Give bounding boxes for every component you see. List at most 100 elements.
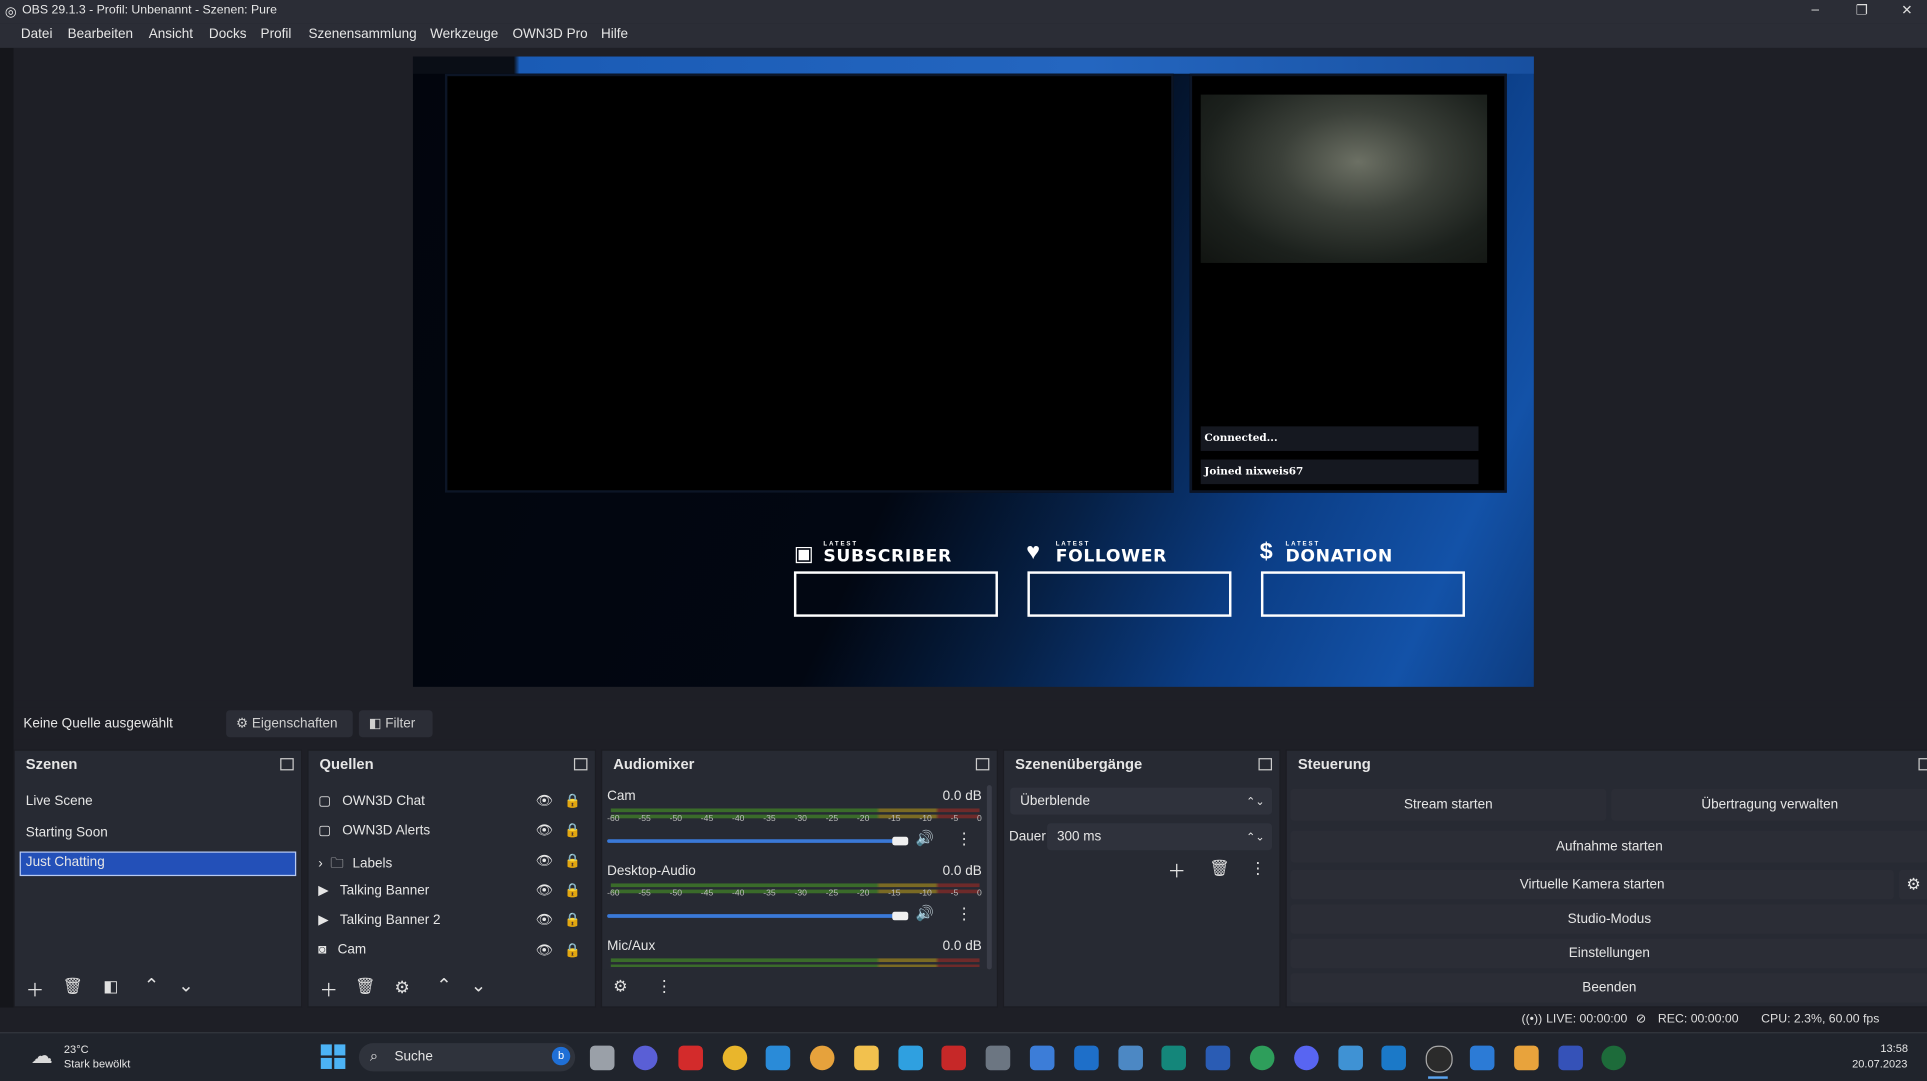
- volume-slider-knob[interactable]: [892, 836, 909, 846]
- speaker-icon[interactable]: 🔊: [916, 904, 934, 921]
- start-recording-button[interactable]: Aufnahme starten: [1290, 830, 1927, 863]
- obs-icon[interactable]: [1425, 1045, 1453, 1073]
- kebab-menu-icon[interactable]: ⋮: [956, 829, 972, 849]
- eye-icon[interactable]: 👁: [536, 912, 553, 928]
- add-icon[interactable]: ＋: [1168, 858, 1186, 884]
- menu-werkzeuge[interactable]: Werkzeuge: [430, 27, 498, 42]
- bing-icon[interactable]: b: [551, 1046, 571, 1066]
- duration-input[interactable]: 300 ms ⌃⌄: [1047, 823, 1273, 851]
- eye-icon[interactable]: 👁: [536, 882, 553, 898]
- menu-bearbeiten[interactable]: Bearbeiten: [68, 27, 133, 42]
- add-icon[interactable]: ＋: [320, 977, 338, 1003]
- start-stream-button[interactable]: Stream starten: [1290, 788, 1607, 821]
- lock-icon[interactable]: 🔒: [564, 793, 581, 809]
- word-icon[interactable]: [1205, 1045, 1231, 1071]
- menu-ansicht[interactable]: Ansicht: [149, 27, 193, 42]
- source-item[interactable]: ▶ Talking Banner 2 👁 🔒: [318, 912, 588, 928]
- menu-profil[interactable]: Profil: [261, 27, 292, 42]
- kebab-menu-icon[interactable]: ⋮: [1250, 859, 1266, 879]
- chevron-down-icon[interactable]: ⌄: [471, 974, 486, 997]
- properties-button[interactable]: ⚙ Eigenschaften: [226, 710, 353, 738]
- undock-icon[interactable]: [1258, 758, 1273, 771]
- scene-item[interactable]: Live Scene: [26, 794, 93, 809]
- scene-item-selected[interactable]: Just Chatting: [19, 851, 297, 877]
- chat-icon[interactable]: [632, 1045, 658, 1071]
- discord-icon[interactable]: [1294, 1045, 1319, 1071]
- app-icon[interactable]: [1601, 1045, 1626, 1071]
- calculator-icon[interactable]: [985, 1045, 1011, 1071]
- restore-icon[interactable]: ❐: [1856, 2, 1868, 19]
- weather-app-icon[interactable]: [809, 1045, 835, 1071]
- app-icon[interactable]: [1558, 1045, 1583, 1071]
- eye-icon[interactable]: 👁: [536, 942, 553, 959]
- app-icon[interactable]: [765, 1045, 791, 1071]
- app-icon[interactable]: [1161, 1045, 1186, 1071]
- app-icon[interactable]: [1514, 1045, 1539, 1071]
- lock-icon[interactable]: 🔒: [564, 912, 581, 928]
- manage-broadcast-button[interactable]: Übertragung verwalten: [1611, 788, 1927, 821]
- expand-icon[interactable]: ›: [318, 856, 323, 871]
- file-explorer-icon[interactable]: [854, 1045, 879, 1071]
- scrollbar[interactable]: [986, 785, 992, 970]
- minimize-icon[interactable]: –: [1812, 2, 1820, 17]
- volume-slider[interactable]: [607, 839, 905, 843]
- source-item[interactable]: ▶ Talking Banner 👁 🔒: [318, 882, 588, 898]
- trash-icon[interactable]: 🗑: [355, 977, 375, 997]
- filter-button[interactable]: ◧ Filter: [358, 710, 433, 738]
- stepper-icon[interactable]: ⌃⌄: [1246, 823, 1265, 850]
- filter-icon[interactable]: ◧: [103, 977, 118, 997]
- menu-datei[interactable]: Datei: [21, 27, 53, 42]
- clock-time[interactable]: 13:58: [1880, 1042, 1908, 1054]
- trash-icon[interactable]: 🗑: [63, 977, 83, 997]
- app-icon[interactable]: [1338, 1045, 1363, 1071]
- lock-icon[interactable]: 🔒: [564, 822, 581, 838]
- chevron-up-icon[interactable]: ⌃: [144, 974, 159, 997]
- menu-docks[interactable]: Docks: [209, 27, 247, 42]
- source-item[interactable]: ▢ OWN3D Alerts 👁 🔒: [318, 822, 588, 838]
- exit-button[interactable]: Beenden: [1290, 973, 1927, 1003]
- lock-icon[interactable]: 🔒: [564, 882, 581, 898]
- speaker-icon[interactable]: 🔊: [916, 829, 934, 846]
- transition-select[interactable]: Überblende ⌃⌄: [1010, 787, 1273, 815]
- notepad-icon[interactable]: [898, 1045, 923, 1071]
- windows-start-icon[interactable]: [320, 1044, 346, 1069]
- vivaldi-icon[interactable]: [678, 1045, 703, 1071]
- chrome-icon[interactable]: [722, 1045, 748, 1071]
- chevron-up-icon[interactable]: ⌃: [436, 974, 451, 997]
- menu-hilfe[interactable]: Hilfe: [601, 27, 628, 42]
- app-icon[interactable]: [1381, 1045, 1406, 1071]
- eye-icon[interactable]: 👁: [536, 853, 553, 869]
- start-virtual-camera-button[interactable]: Virtuelle Kamera starten: [1290, 869, 1894, 900]
- studio-mode-button[interactable]: Studio-Modus: [1290, 904, 1927, 934]
- undock-icon[interactable]: [1918, 758, 1927, 771]
- gear-icon[interactable]: ⚙: [395, 977, 410, 998]
- filezilla-icon[interactable]: [941, 1045, 966, 1071]
- app-icon[interactable]: [1029, 1045, 1055, 1071]
- app-icon[interactable]: [1249, 1045, 1275, 1071]
- network-app-icon[interactable]: [1118, 1045, 1143, 1071]
- menu-szenensammlung[interactable]: Szenensammlung: [308, 27, 416, 42]
- outlook-icon[interactable]: [1074, 1045, 1099, 1071]
- scene-item[interactable]: Starting Soon: [26, 826, 108, 841]
- volume-slider-knob[interactable]: [892, 911, 909, 921]
- source-item[interactable]: › 🗀 Labels 👁 🔒: [318, 853, 588, 876]
- add-icon[interactable]: ＋: [26, 977, 44, 1003]
- kebab-menu-icon[interactable]: ⋮: [956, 904, 972, 924]
- settings-button[interactable]: Einstellungen: [1290, 938, 1927, 969]
- virtual-camera-settings-gear-icon[interactable]: ⚙: [1898, 869, 1927, 900]
- eye-icon[interactable]: 👁: [536, 793, 553, 809]
- lock-icon[interactable]: 🔒: [564, 853, 581, 869]
- undock-icon[interactable]: [975, 758, 990, 771]
- kebab-menu-icon[interactable]: ⋮: [656, 977, 672, 997]
- chevron-down-icon[interactable]: ⌄: [178, 974, 193, 997]
- source-item[interactable]: ◙ Cam 👁 🔒: [318, 942, 588, 959]
- advanced-audio-gear-icon[interactable]: ⚙: [613, 977, 627, 997]
- task-view-icon[interactable]: [589, 1045, 615, 1071]
- clock-date[interactable]: 20.07.2023: [1852, 1058, 1907, 1070]
- menu-own3d-pro[interactable]: OWN3D Pro: [512, 27, 587, 42]
- undock-icon[interactable]: [573, 758, 588, 771]
- search-box[interactable]: ⌕ Suche b: [358, 1043, 576, 1072]
- trash-icon[interactable]: 🗑: [1209, 859, 1229, 879]
- eye-icon[interactable]: 👁: [536, 822, 553, 838]
- source-item[interactable]: ▢ OWN3D Chat 👁 🔒: [318, 793, 588, 809]
